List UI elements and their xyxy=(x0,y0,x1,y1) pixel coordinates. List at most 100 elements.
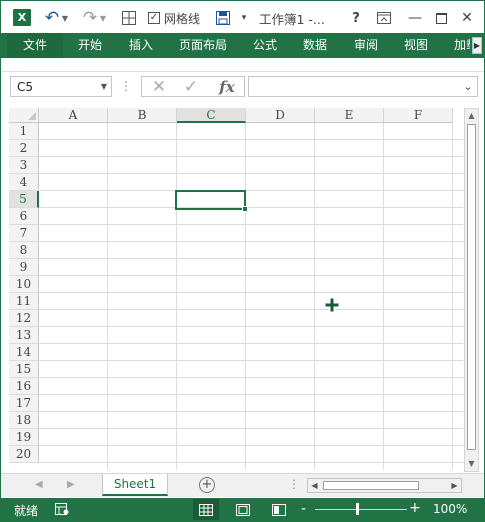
scroll-right-icon[interactable]: ▶ xyxy=(448,479,461,492)
row-header-5[interactable]: 5 xyxy=(9,191,39,208)
vertical-scroll-thumb[interactable] xyxy=(467,124,476,450)
row-gridline xyxy=(39,462,463,463)
worksheet-grid[interactable]: A B C D E F 1 2 3 4 5 6 7 8 9 10 11 12 13 14 15 16 17 18 19 20 xyxy=(9,108,463,470)
undo-dropdown-icon[interactable]: ▼ xyxy=(61,7,69,29)
tab-view[interactable]: 视图 xyxy=(404,33,428,58)
excel-window: X ↶ ▼ ↷ ▼ ✓ 网格线 ▾ 工作簿1 -... ? — ✕ 文件 开始 … xyxy=(0,0,485,522)
horizontal-scroll-thumb[interactable] xyxy=(323,481,419,490)
row-header-16[interactable]: 16 xyxy=(9,378,39,395)
help-button[interactable]: ? xyxy=(349,7,363,29)
row-header-20[interactable]: 20 xyxy=(9,446,39,463)
row-header-10[interactable]: 10 xyxy=(9,276,39,293)
row-gridline xyxy=(39,360,463,361)
normal-view-icon[interactable] xyxy=(193,499,219,520)
name-box-value: C5 xyxy=(17,80,34,94)
undo-icon[interactable]: ↶ xyxy=(43,7,61,29)
formula-bar-resize-handle[interactable]: ⋮ xyxy=(120,79,132,93)
scroll-left-icon[interactable]: ◀ xyxy=(308,479,321,492)
borders-icon[interactable] xyxy=(121,7,137,29)
row-gridline xyxy=(39,207,463,208)
select-all-button[interactable] xyxy=(9,108,39,123)
name-box[interactable]: C5 ▼ xyxy=(10,76,112,97)
redo-dropdown-icon[interactable]: ▼ xyxy=(99,7,107,29)
tab-formulas[interactable]: 公式 xyxy=(253,33,277,58)
zoom-slider-thumb[interactable] xyxy=(356,503,359,515)
name-box-dropdown-icon[interactable]: ▼ xyxy=(101,82,107,91)
row-header-17[interactable]: 17 xyxy=(9,395,39,412)
sheet-tab-sheet1[interactable]: Sheet1 xyxy=(102,474,168,496)
add-sheet-icon[interactable]: + xyxy=(199,477,215,493)
row-gridline xyxy=(39,258,463,259)
tab-file[interactable]: 文件 xyxy=(7,33,63,58)
macro-record-icon[interactable] xyxy=(55,503,69,515)
row-header-11[interactable]: 11 xyxy=(9,293,39,310)
row-gridline xyxy=(39,275,463,276)
row-header-1[interactable]: 1 xyxy=(9,123,39,140)
tab-data[interactable]: 数据 xyxy=(303,33,327,58)
redo-icon[interactable]: ↷ xyxy=(81,7,99,29)
tab-split-handle[interactable]: ⋮ xyxy=(288,477,300,491)
close-icon[interactable]: ✕ xyxy=(459,7,475,29)
cancel-icon[interactable]: ✕ xyxy=(148,77,170,97)
row-header-14[interactable]: 14 xyxy=(9,344,39,361)
row-header-4[interactable]: 4 xyxy=(9,174,39,191)
column-header-b[interactable]: B xyxy=(108,108,177,123)
row-gridline xyxy=(39,428,463,429)
page-break-view-icon[interactable] xyxy=(266,499,292,520)
zoom-out-button[interactable]: - xyxy=(301,501,306,517)
row-header-12[interactable]: 12 xyxy=(9,310,39,327)
next-sheet-icon[interactable]: ▶ xyxy=(67,479,75,490)
save-icon[interactable] xyxy=(215,7,231,29)
zoom-slider[interactable] xyxy=(315,509,407,510)
row-gridline xyxy=(39,309,463,310)
tab-scroll-right-icon[interactable]: ▶ xyxy=(472,37,482,54)
gridlines-checkbox[interactable]: ✓ xyxy=(148,12,160,24)
customize-qat-icon[interactable]: ▾ xyxy=(239,7,249,29)
column-gridline xyxy=(383,123,384,470)
title-bar: X ↶ ▼ ↷ ▼ ✓ 网格线 ▾ 工作簿1 -... ? — ✕ xyxy=(1,1,484,33)
scroll-down-icon[interactable]: ▼ xyxy=(465,457,478,471)
row-header-15[interactable]: 15 xyxy=(9,361,39,378)
active-cell[interactable] xyxy=(175,190,246,210)
vertical-scrollbar[interactable]: ▲ ▼ xyxy=(464,108,479,472)
select-all-triangle-icon xyxy=(28,112,36,120)
row-header-19[interactable]: 19 xyxy=(9,429,39,446)
column-header-d[interactable]: D xyxy=(246,108,315,123)
minimize-icon[interactable]: — xyxy=(407,7,423,29)
row-header-6[interactable]: 6 xyxy=(9,208,39,225)
row-header-2[interactable]: 2 xyxy=(9,140,39,157)
tab-page-layout[interactable]: 页面布局 xyxy=(179,33,227,58)
ribbon-display-icon[interactable] xyxy=(375,7,393,29)
row-gridline xyxy=(39,377,463,378)
insert-function-icon[interactable]: fx xyxy=(214,77,240,96)
row-header-7[interactable]: 7 xyxy=(9,225,39,242)
expand-formula-bar-icon[interactable]: ⌄ xyxy=(461,78,475,95)
maximize-icon[interactable] xyxy=(433,7,449,29)
horizontal-scrollbar[interactable]: ◀ ▶ xyxy=(307,478,462,493)
tab-insert[interactable]: 插入 xyxy=(129,33,153,58)
column-gridline xyxy=(107,123,108,470)
row-header-9[interactable]: 9 xyxy=(9,259,39,276)
row-header-3[interactable]: 3 xyxy=(9,157,39,174)
column-header-e[interactable]: E xyxy=(315,108,384,123)
formula-input[interactable]: ⌄ xyxy=(248,76,478,97)
page-layout-view-icon[interactable] xyxy=(230,499,256,520)
column-header-c[interactable]: C xyxy=(177,108,246,123)
row-header-8[interactable]: 8 xyxy=(9,242,39,259)
column-header-a[interactable]: A xyxy=(39,108,108,123)
enter-icon[interactable]: ✓ xyxy=(180,77,202,97)
fill-handle[interactable] xyxy=(242,206,248,212)
zoom-in-button[interactable]: + xyxy=(409,500,421,516)
tab-addins[interactable]: 加载 xyxy=(454,33,470,58)
row-header-18[interactable]: 18 xyxy=(9,412,39,429)
ribbon-tabs: 文件 开始 插入 页面布局 公式 数据 审阅 视图 加载 ▶ xyxy=(1,33,484,58)
row-header-13[interactable]: 13 xyxy=(9,327,39,344)
row-gridline xyxy=(39,190,463,191)
tab-home[interactable]: 开始 xyxy=(78,33,102,58)
scroll-up-icon[interactable]: ▲ xyxy=(465,109,478,123)
zoom-level[interactable]: 100% xyxy=(433,502,467,516)
status-bar: 就绪 - + 100% xyxy=(1,498,484,521)
tab-review[interactable]: 审阅 xyxy=(354,33,378,58)
column-header-f[interactable]: F xyxy=(384,108,453,123)
prev-sheet-icon[interactable]: ◀ xyxy=(35,479,43,490)
